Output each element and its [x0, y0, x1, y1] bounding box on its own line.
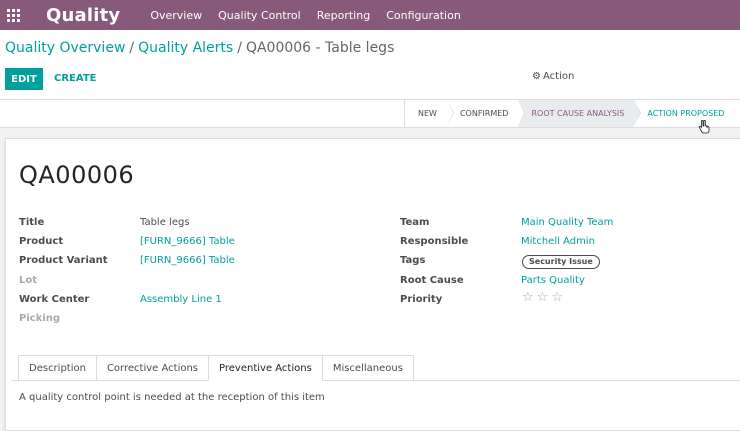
tab-preventive-actions[interactable]: Preventive Actions — [208, 355, 322, 381]
gear-icon: ⚙ — [532, 71, 541, 82]
picking-label: Picking — [19, 313, 61, 324]
action-dropdown[interactable]: ⚙ Action — [532, 71, 574, 82]
product-variant-value[interactable]: [FURN_9666] Table — [140, 255, 235, 266]
star-icon[interactable]: ☆ — [522, 291, 534, 305]
tag-badge[interactable]: Security Issue — [522, 255, 600, 269]
create-button[interactable]: CREATE — [54, 68, 97, 90]
stage-confirmed[interactable]: CONFIRMED — [447, 100, 526, 127]
stage-label: CONFIRMED — [459, 109, 509, 118]
breadcrumb-current: QA00006 - Table legs — [245, 40, 395, 56]
star-icon[interactable]: ☆ — [537, 291, 549, 305]
action-label: Action — [542, 71, 575, 82]
menu-quality-control[interactable]: Quality Control — [218, 9, 301, 22]
team-label: Team — [400, 217, 430, 228]
app-brand[interactable]: Quality — [46, 5, 120, 26]
root-cause-label: Root Cause — [400, 275, 464, 286]
breadcrumb-separator: / — [129, 40, 135, 56]
breadcrumb-quality-overview[interactable]: Quality Overview — [5, 40, 125, 56]
preventive-actions-text[interactable]: A quality control point is needed at the… — [19, 392, 325, 403]
product-variant-label: Product Variant — [19, 255, 108, 266]
title-label: Title — [19, 217, 45, 228]
lot-label: Lot — [19, 275, 38, 286]
team-value[interactable]: Main Quality Team — [521, 217, 613, 228]
stage-new[interactable]: NEW — [405, 100, 454, 127]
title-value[interactable]: Table legs — [140, 217, 190, 228]
work-center-label: Work Center — [19, 294, 90, 305]
responsible-value[interactable]: Mitchell Admin — [521, 236, 595, 247]
menu-reporting[interactable]: Reporting — [317, 9, 370, 22]
tab-miscellaneous[interactable]: Miscellaneous — [321, 355, 414, 381]
main-menu: Overview Quality Control Reporting Confi… — [150, 9, 476, 22]
stage-action-proposed[interactable]: ACTION PROPOSED — [634, 100, 734, 127]
hand-cursor-icon — [698, 120, 710, 134]
stage-root-cause-analysis[interactable]: ROOT CAUSE ANALYSIS — [518, 100, 642, 127]
stage-label: ROOT CAUSE ANALYSIS — [531, 109, 625, 118]
product-label: Product — [19, 236, 64, 247]
control-panel: Quality Overview / Quality Alerts / QA00006 … — [0, 30, 740, 100]
stage-label: ACTION PROPOSED — [647, 109, 725, 118]
record-title: QA00006 — [19, 161, 135, 189]
notebook-tabs: Description Corrective Actions Preventiv… — [18, 355, 414, 381]
stage-label: NEW — [418, 109, 437, 118]
responsible-label: Responsible — [400, 236, 469, 247]
form-sheet: QA00006 Title Table legs Product [FURN_9… — [5, 138, 740, 431]
top-navbar: Quality Overview Quality Control Reporti… — [0, 0, 740, 30]
work-center-value[interactable]: Assembly Line 1 — [140, 294, 222, 305]
breadcrumb: Quality Overview / Quality Alerts / QA00006 … — [5, 40, 394, 56]
edit-button[interactable]: EDIT — [5, 68, 43, 90]
root-cause-value[interactable]: Parts Quality — [521, 275, 585, 286]
tags-label: Tags — [400, 255, 426, 266]
apps-grid-icon[interactable] — [6, 8, 20, 22]
priority-label: Priority — [400, 294, 443, 305]
stage-pipeline: NEW CONFIRMED ROOT CAUSE ANALYSIS ACTION… — [404, 100, 734, 127]
menu-configuration[interactable]: Configuration — [386, 9, 461, 22]
product-value[interactable]: [FURN_9666] Table — [140, 236, 235, 247]
status-bar: NEW CONFIRMED ROOT CAUSE ANALYSIS ACTION… — [0, 100, 740, 128]
menu-overview[interactable]: Overview — [150, 9, 202, 22]
breadcrumb-quality-alerts[interactable]: Quality Alerts — [138, 40, 233, 56]
star-icon[interactable]: ☆ — [551, 291, 563, 305]
breadcrumb-separator: / — [237, 40, 242, 56]
priority-stars: ☆ ☆ ☆ — [522, 291, 566, 305]
tab-corrective-actions[interactable]: Corrective Actions — [95, 355, 209, 381]
tab-description[interactable]: Description — [18, 355, 96, 381]
